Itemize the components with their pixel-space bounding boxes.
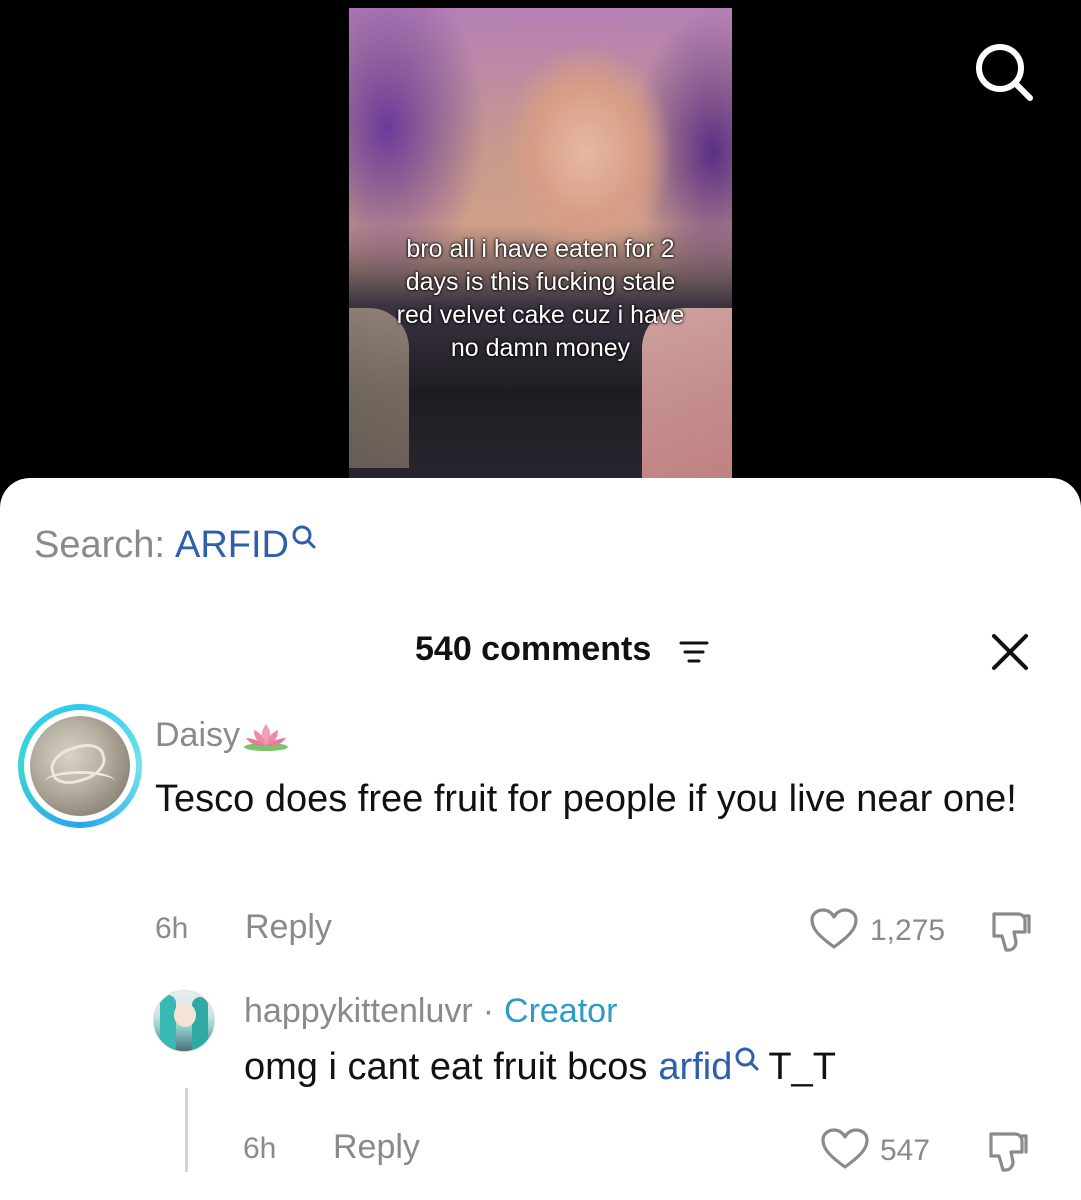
- video-caption: bro all i have eaten for 2 days is this …: [396, 235, 685, 362]
- reply-text: omg i cant eat fruit bcos arfid T_T: [244, 1046, 836, 1089]
- comment-timestamp: 6h: [155, 912, 189, 945]
- search-icon: [735, 1047, 759, 1070]
- heart-icon[interactable]: [809, 907, 859, 951]
- reply-text-after: T_T: [768, 1046, 836, 1088]
- video-area[interactable]: bro all i have eaten for 2 days is this …: [0, 0, 1081, 510]
- video-thumbnail[interactable]: bro all i have eaten for 2 days is this …: [349, 8, 732, 488]
- avatar-shape: [174, 1003, 196, 1027]
- close-icon: [992, 634, 1028, 670]
- comments-sheet: Search: ARFID 540 comments Daisy Tesco d…: [0, 478, 1081, 1200]
- username-text: happykittenluvr: [244, 992, 473, 1030]
- dislike-icon[interactable]: [988, 908, 1034, 954]
- like-count: 547: [880, 1134, 931, 1167]
- reply-text-before: omg i cant eat fruit bcos: [244, 1046, 648, 1088]
- dislike-icon[interactable]: [985, 1128, 1031, 1174]
- search-term-link[interactable]: ARFID: [175, 524, 289, 567]
- search-icon: [976, 44, 1033, 101]
- avatar-shape: [160, 995, 176, 1051]
- heart-icon[interactable]: [820, 1127, 870, 1171]
- comments-header: 540 comments: [0, 630, 1081, 674]
- reply-button[interactable]: Reply: [245, 908, 332, 947]
- creator-avatar[interactable]: [153, 990, 215, 1052]
- comment-actions: 6h Reply 1,275: [0, 906, 1081, 956]
- avatar-image: [30, 716, 130, 816]
- search-button[interactable]: [972, 40, 1036, 104]
- comment-username[interactable]: Daisy: [155, 716, 290, 755]
- search-term-link[interactable]: arfid: [658, 1046, 732, 1089]
- reply-actions: 6h Reply 547: [0, 1124, 1081, 1174]
- avatar-shape: [192, 997, 208, 1051]
- avatar[interactable]: [18, 704, 142, 828]
- sort-lines-icon[interactable]: [679, 639, 709, 665]
- reply-username[interactable]: happykittenluvr · Creator: [244, 992, 617, 1031]
- separator-dot: ·: [482, 992, 495, 1030]
- comment-text: Tesco does free fruit for people if you …: [155, 778, 1017, 820]
- search-suggestion[interactable]: Search: ARFID: [34, 524, 317, 567]
- close-button[interactable]: [988, 630, 1032, 674]
- creator-badge: Creator: [504, 992, 618, 1030]
- search-icon: [292, 525, 316, 548]
- comment-timestamp: 6h: [243, 1132, 277, 1165]
- like-count: 1,275: [870, 914, 946, 947]
- reply-button[interactable]: Reply: [333, 1128, 420, 1167]
- avatar-frame: [24, 710, 136, 822]
- comments-count: 540 comments: [415, 630, 652, 668]
- search-label: Search:: [34, 524, 165, 566]
- lotus-icon: [244, 723, 289, 751]
- username-text: Daisy: [155, 716, 241, 754]
